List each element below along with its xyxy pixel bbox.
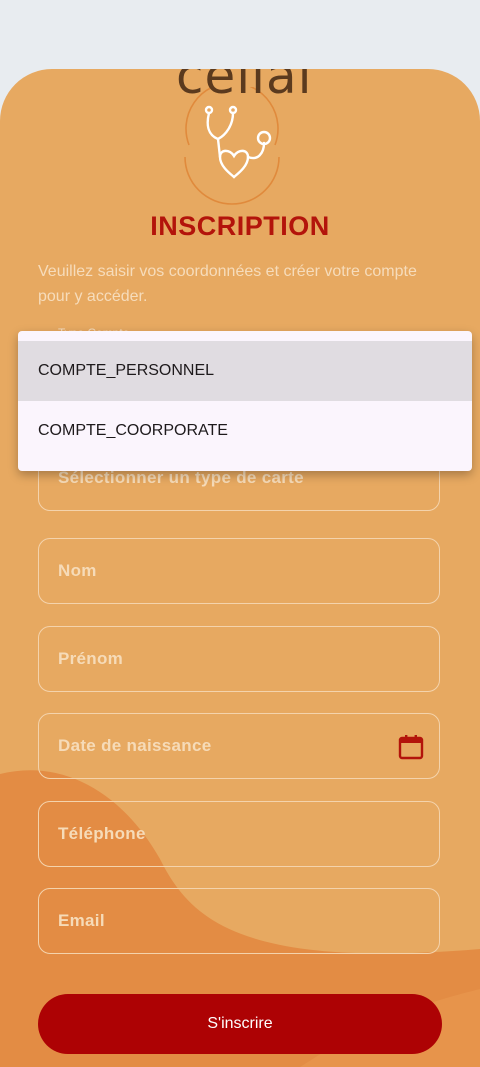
card-type-placeholder: Sélectionner un type de carte	[58, 468, 304, 487]
dropdown-option-corporate[interactable]: COMPTE_COORPORATE	[18, 401, 472, 461]
page-subtitle: Veuillez saisir vos coordonnées et créer…	[38, 263, 417, 305]
nom-input[interactable]: Nom	[38, 538, 440, 604]
page-title: INSCRIPTION	[150, 211, 330, 241]
birthdate-placeholder: Date de naissance	[58, 736, 212, 755]
birthdate-input[interactable]: Date de naissance	[38, 713, 440, 779]
signup-button[interactable]: S'inscrire	[38, 994, 442, 1054]
phone-input[interactable]: Téléphone	[38, 801, 440, 867]
stethoscope-heart-icon	[204, 105, 272, 179]
nom-placeholder: Nom	[58, 561, 97, 580]
prenom-placeholder: Prénom	[58, 649, 124, 668]
dropdown-option-personnel[interactable]: COMPTE_PERSONNEL	[18, 341, 472, 401]
prenom-input[interactable]: Prénom	[38, 626, 440, 692]
email-input[interactable]: Email	[38, 888, 440, 954]
phone-placeholder: Téléphone	[58, 824, 146, 843]
logo-text: cellal	[176, 69, 313, 105]
account-type-dropdown: COMPTE_PERSONNEL COMPTE_COORPORATE	[18, 331, 472, 471]
email-placeholder: Email	[58, 911, 105, 930]
calendar-icon[interactable]	[397, 733, 425, 761]
